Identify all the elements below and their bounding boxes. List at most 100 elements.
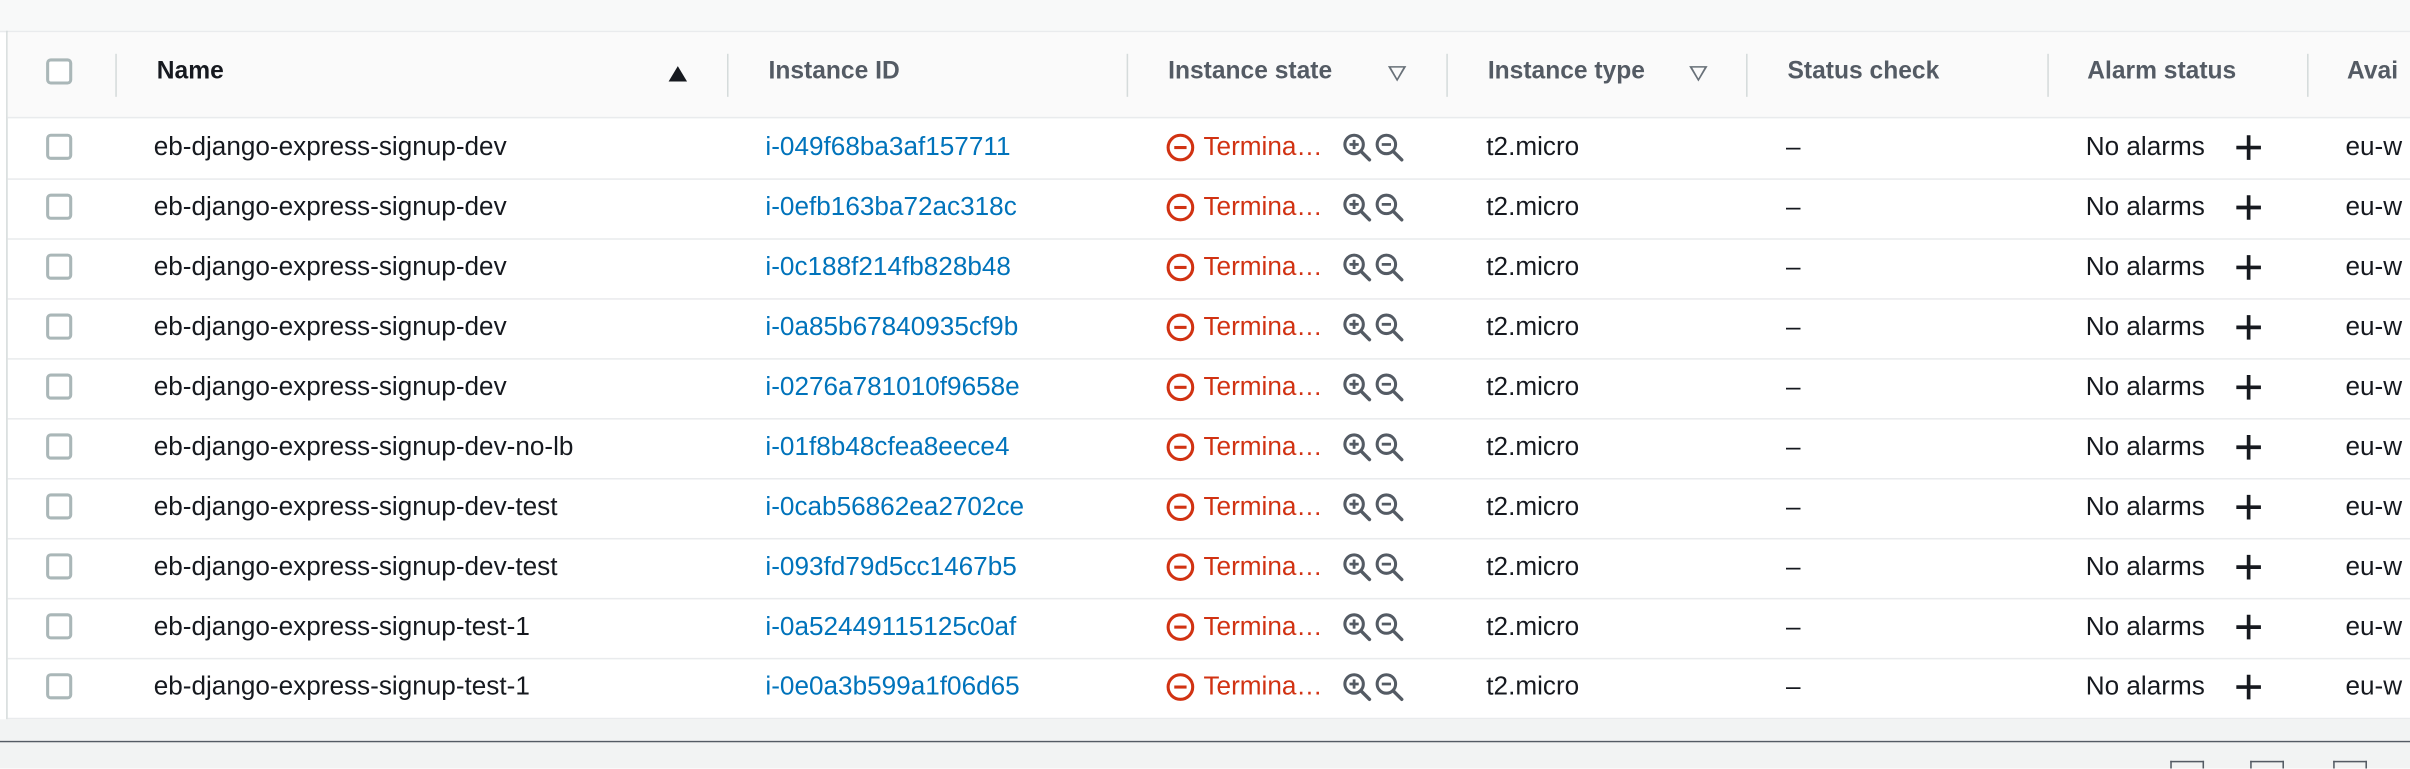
column-separator[interactable] [1746, 53, 1748, 97]
horizontal-scrollbar[interactable] [0, 719, 2410, 741]
alarm-status-value: No alarms [2085, 312, 2205, 342]
column-header-status-check[interactable]: Status check [1788, 58, 1940, 86]
column-separator[interactable] [1126, 53, 1129, 97]
table-row[interactable]: eb-django-express-signup-dev i-0276a7810… [7, 358, 2410, 420]
zoom-out-icon[interactable] [1374, 612, 1405, 643]
column-header-instance-type[interactable]: Instance type [1488, 58, 1645, 86]
plus-icon[interactable] [2233, 672, 2264, 703]
filter-icon[interactable] [1387, 66, 1407, 82]
table-row[interactable]: eb-django-express-signup-test-1 i-0a5244… [7, 598, 2410, 660]
zoom-out-icon[interactable] [1374, 252, 1405, 283]
table-row[interactable]: eb-django-express-signup-dev i-0efb163ba… [7, 178, 2410, 240]
row-checkbox[interactable] [46, 673, 73, 700]
column-separator[interactable] [1446, 53, 1448, 97]
terminated-icon [1166, 373, 1195, 402]
zoom-out-icon[interactable] [1374, 492, 1405, 523]
zoom-out-icon[interactable] [1374, 672, 1405, 703]
instance-name: eb-django-express-signup-dev [153, 252, 507, 282]
plus-icon[interactable] [2233, 132, 2264, 163]
instance-id-link[interactable]: i-049f68ba3af157711 [765, 132, 1010, 163]
column-header-availability-zone[interactable]: Avai [2347, 58, 2398, 86]
column-header-alarm-status[interactable]: Alarm status [2087, 58, 2236, 86]
instance-id-link[interactable]: i-0c188f214fb828b48 [765, 252, 1011, 283]
row-checkbox[interactable] [46, 193, 73, 220]
column-header-name[interactable]: Name [157, 58, 224, 86]
column-header-instance-id[interactable]: Instance ID [769, 58, 900, 86]
plus-icon[interactable] [2233, 612, 2264, 643]
instance-id-link[interactable]: i-0a52449115125c0af [765, 612, 1016, 643]
plus-icon[interactable] [2233, 252, 2264, 283]
alarm-status-value: No alarms [2085, 491, 2205, 522]
row-checkbox[interactable] [46, 613, 73, 640]
alarm-status-value: No alarms [2085, 132, 2205, 162]
zoom-in-icon[interactable] [1342, 312, 1373, 343]
instance-id-link[interactable]: i-0276a781010f9658e [765, 372, 1019, 403]
status-check-value: – [1785, 132, 1801, 162]
plus-icon[interactable] [2233, 192, 2264, 223]
filter-icon[interactable] [1689, 66, 1708, 82]
table-row[interactable]: eb-django-express-signup-dev-test i-0cab… [7, 478, 2410, 540]
plus-icon[interactable] [2233, 552, 2264, 583]
toolbar-button[interactable] [2250, 760, 2284, 769]
table-row[interactable]: eb-django-express-signup-dev-test i-093f… [7, 538, 2410, 600]
instance-id-link[interactable]: i-0efb163ba72ac318c [765, 192, 1016, 223]
column-separator[interactable] [115, 53, 117, 97]
table-row[interactable]: eb-django-express-signup-dev i-0c188f214… [7, 238, 2410, 300]
zoom-in-icon[interactable] [1342, 432, 1373, 463]
instance-id-link[interactable]: i-0a85b67840935cf9b [765, 312, 1018, 343]
terminated-icon [1166, 433, 1195, 462]
column-header-instance-state[interactable]: Instance state [1168, 58, 1332, 86]
row-checkbox[interactable] [46, 313, 73, 340]
row-checkbox[interactable] [46, 433, 73, 460]
availability-zone-value: eu-w [2345, 192, 2403, 222]
toolbar-button[interactable] [2333, 760, 2367, 769]
instance-name: eb-django-express-signup-dev-no-lb [153, 431, 574, 462]
select-all-checkbox[interactable] [46, 58, 73, 85]
zoom-out-icon[interactable] [1374, 432, 1405, 463]
status-check-value: – [1785, 551, 1801, 581]
table-row[interactable]: eb-django-express-signup-dev-no-lb i-01f… [7, 418, 2410, 480]
plus-icon[interactable] [2233, 312, 2264, 343]
column-separator[interactable] [2047, 53, 2049, 97]
zoom-in-icon[interactable] [1342, 192, 1373, 223]
instance-id-link[interactable]: i-0cab56862ea2702ce [765, 492, 1024, 523]
column-separator[interactable] [2307, 53, 2309, 97]
terminated-icon [1166, 193, 1195, 222]
status-check-value: – [1785, 312, 1801, 342]
zoom-in-icon[interactable] [1342, 132, 1373, 163]
zoom-out-icon[interactable] [1374, 372, 1405, 403]
column-separator[interactable] [727, 53, 729, 97]
zoom-in-icon[interactable] [1342, 252, 1373, 283]
zoom-out-icon[interactable] [1374, 192, 1405, 223]
table-row[interactable]: eb-django-express-signup-dev i-0a85b6784… [7, 298, 2410, 360]
zoom-out-icon[interactable] [1374, 552, 1405, 583]
sort-ascending-icon[interactable] [668, 66, 688, 82]
row-checkbox[interactable] [46, 553, 73, 580]
zoom-in-icon[interactable] [1342, 612, 1373, 643]
plus-icon[interactable] [2233, 492, 2264, 523]
plus-icon[interactable] [2233, 432, 2264, 463]
row-checkbox[interactable] [46, 253, 73, 280]
zoom-out-icon[interactable] [1374, 312, 1405, 343]
instance-state-label: Termina… [1203, 252, 1323, 282]
instance-id-link[interactable]: i-0e0a3b599a1f06d65 [765, 672, 1019, 703]
instance-id-link[interactable]: i-01f8b48cfea8eece4 [765, 432, 1009, 463]
row-checkbox[interactable] [46, 133, 73, 160]
status-check-value: – [1785, 671, 1801, 701]
terminated-icon [1166, 493, 1195, 522]
instance-id-link[interactable]: i-093fd79d5cc1467b5 [765, 552, 1016, 583]
table-row[interactable]: eb-django-express-signup-test-1 i-0e0a3b… [7, 658, 2410, 720]
row-checkbox[interactable] [46, 493, 73, 520]
status-check-value: – [1785, 431, 1801, 462]
plus-icon[interactable] [2233, 372, 2264, 403]
zoom-in-icon[interactable] [1342, 372, 1373, 403]
zoom-in-icon[interactable] [1342, 492, 1373, 523]
zoom-out-icon[interactable] [1374, 132, 1405, 163]
instance-type: t2.micro [1486, 132, 1580, 162]
toolbar-button[interactable] [2170, 760, 2205, 769]
zoom-in-icon[interactable] [1342, 672, 1373, 703]
instance-state-label: Termina… [1203, 551, 1323, 581]
zoom-in-icon[interactable] [1342, 552, 1373, 583]
row-checkbox[interactable] [46, 373, 73, 400]
table-row[interactable]: eb-django-express-signup-dev i-049f68ba3… [7, 118, 2410, 180]
